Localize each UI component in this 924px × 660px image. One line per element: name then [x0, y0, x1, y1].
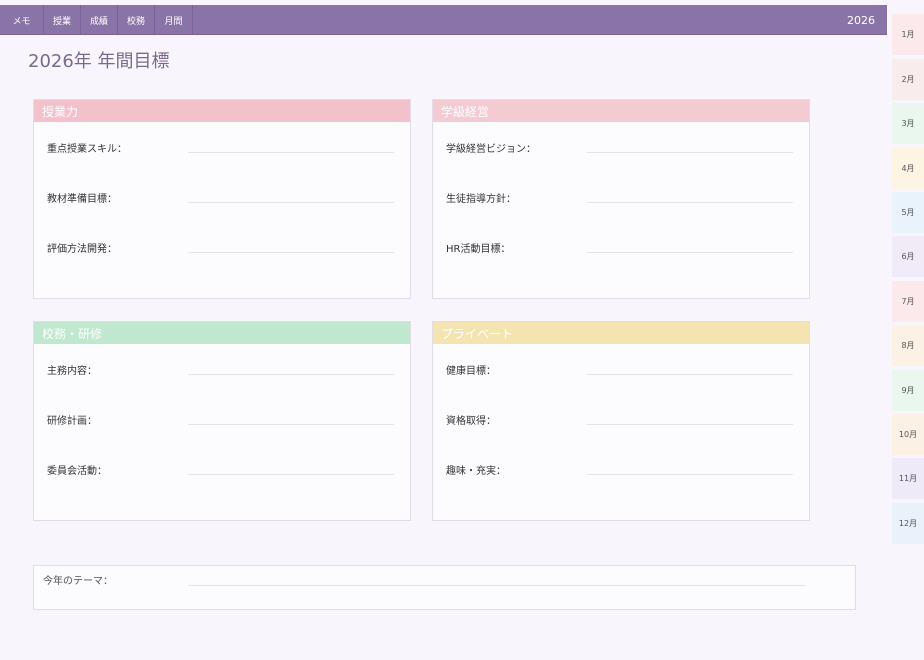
- theme-input-line[interactable]: [188, 585, 806, 586]
- month-tab-10[interactable]: 10月: [892, 414, 924, 455]
- top-nav-bar: メモ 授業 成績 校務 月間 2026: [0, 5, 887, 35]
- field-label: 教材準備目標：: [47, 194, 117, 205]
- yearly-theme-box: 今年のテーマ：: [33, 565, 856, 610]
- goal-card-duties-training: 校務・研修 主務内容： 研修計画： 委員会活動：: [33, 321, 411, 521]
- card-header: 学級経営: [433, 100, 809, 122]
- month-tab-11[interactable]: 11月: [892, 458, 924, 499]
- card-header: 授業力: [34, 100, 410, 122]
- month-tab-1[interactable]: 1月: [892, 14, 924, 55]
- month-tab-9[interactable]: 9月: [892, 370, 924, 411]
- planner-page: メモ 授業 成績 校務 月間 2026 2026年 年間目標 授業力 重点授業ス…: [0, 0, 887, 660]
- goal-card-private: プライベート 健康目標： 資格取得： 趣味・充実：: [432, 321, 810, 521]
- nav-tab-memo[interactable]: メモ: [0, 5, 44, 35]
- month-tab-12[interactable]: 12月: [892, 503, 924, 544]
- page-title: 2026年 年間目標: [28, 51, 170, 72]
- nav-tab-grades[interactable]: 成績: [81, 5, 118, 35]
- field-label: 健康目標：: [446, 366, 496, 377]
- field-input-line[interactable]: [188, 474, 394, 475]
- field-input-line[interactable]: [587, 424, 793, 425]
- goal-card-class-management: 学級経営 学級経営ビジョン： 生徒指導方針： HR活動目標：: [432, 99, 810, 299]
- field-input-line[interactable]: [188, 374, 394, 375]
- field-label: 趣味・充実：: [446, 466, 506, 477]
- field-label: HR活動目標：: [446, 244, 511, 255]
- field-input-line[interactable]: [587, 252, 793, 253]
- field-label: 委員会活動：: [47, 466, 107, 477]
- field-input-line[interactable]: [587, 374, 793, 375]
- field-label: 資格取得：: [446, 416, 496, 427]
- month-tab-8[interactable]: 8月: [892, 325, 924, 366]
- field-input-line[interactable]: [587, 152, 793, 153]
- field-label: 主務内容：: [47, 366, 97, 377]
- month-tab-7[interactable]: 7月: [892, 281, 924, 322]
- card-header: プライベート: [433, 322, 809, 344]
- month-tab-2[interactable]: 2月: [892, 59, 924, 100]
- field-label: 生徒指導方針：: [446, 194, 516, 205]
- field-label: 評価方法開発：: [47, 244, 117, 255]
- theme-label: 今年のテーマ：: [43, 576, 113, 587]
- nav-tab-monthly[interactable]: 月間: [155, 5, 193, 35]
- field-label: 研修計画：: [47, 416, 97, 427]
- field-label: 重点授業スキル：: [47, 144, 127, 155]
- field-input-line[interactable]: [188, 252, 394, 253]
- nav-tab-school-duties[interactable]: 校務: [118, 5, 155, 35]
- field-input-line[interactable]: [188, 202, 394, 203]
- nav-tab-lessons[interactable]: 授業: [44, 5, 81, 35]
- month-tab-6[interactable]: 6月: [892, 236, 924, 277]
- month-tab-3[interactable]: 3月: [892, 103, 924, 144]
- card-header: 校務・研修: [34, 322, 410, 344]
- year-label: 2026: [847, 13, 875, 27]
- field-input-line[interactable]: [587, 202, 793, 203]
- month-tab-4[interactable]: 4月: [892, 148, 924, 189]
- month-tab-5[interactable]: 5月: [892, 192, 924, 233]
- field-input-line[interactable]: [587, 474, 793, 475]
- field-label: 学級経営ビジョン：: [446, 144, 536, 155]
- goal-card-teaching: 授業力 重点授業スキル： 教材準備目標： 評価方法開発：: [33, 99, 411, 299]
- field-input-line[interactable]: [188, 424, 394, 425]
- field-input-line[interactable]: [188, 152, 394, 153]
